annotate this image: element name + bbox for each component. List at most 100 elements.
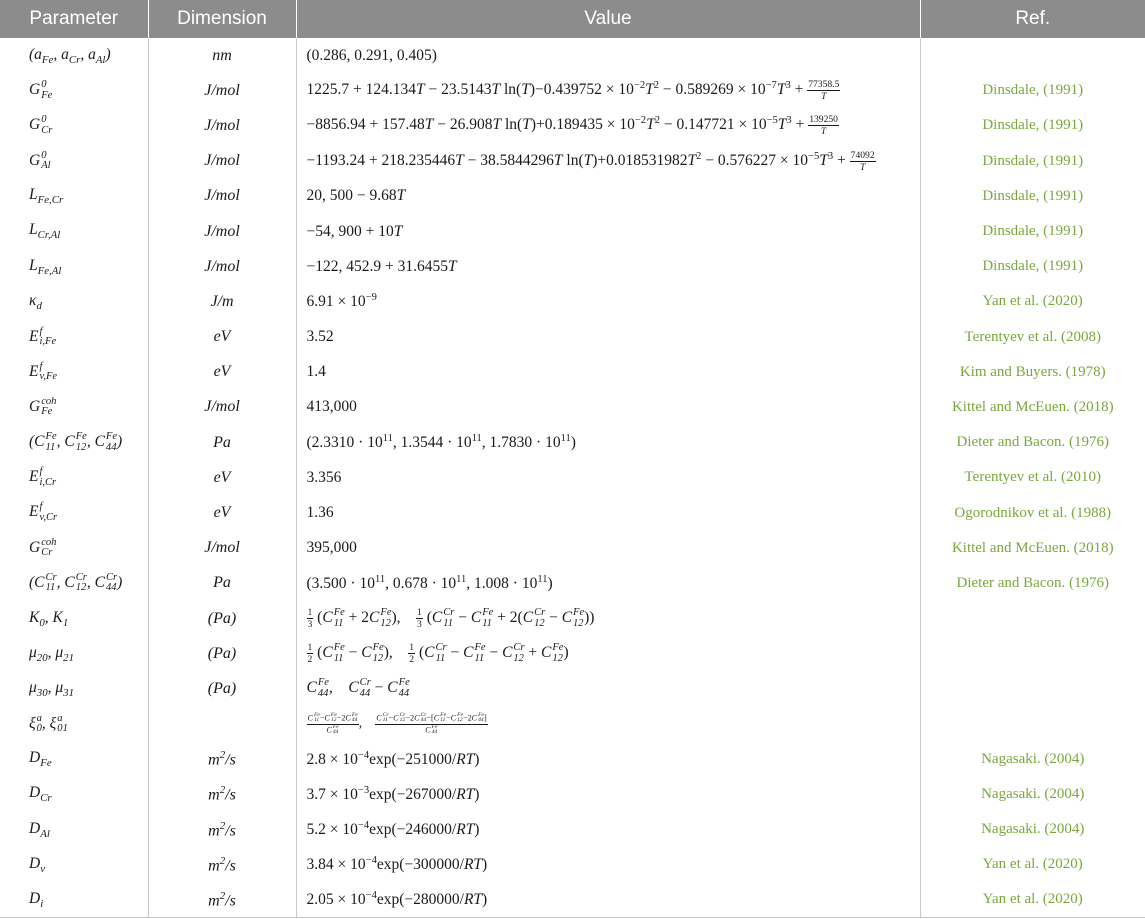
reference-cell: Kittel and McEuen. (2018) bbox=[951, 539, 1114, 556]
reference-cell: Nagasaki. (2004) bbox=[981, 750, 1085, 767]
parameter-cell: κd bbox=[0, 284, 149, 320]
table-row: G 0 Al J/mol −1193.24 + 218.235446T − 38.584… bbox=[0, 143, 1145, 179]
reference-cell bbox=[920, 671, 1145, 706]
value-cell: 1225.7 + 124.134T − 23.5143T ln(T)−0.439… bbox=[296, 73, 921, 109]
table-row: (aFe, aCr, aAl) nm (0.286, 0.291, 0.405) bbox=[0, 38, 1145, 74]
parameter-cell: Ef v,Cr bbox=[0, 495, 149, 531]
reference-cell: Dinsdale, (1991) bbox=[982, 117, 1084, 134]
table-row: LFe,Cr J/mol 20, 500 − 9.68T Dinsdale, (199… bbox=[0, 178, 1145, 214]
parameter-cell: G 0 Cr bbox=[0, 108, 149, 144]
dimension-cell: m2/s bbox=[148, 882, 297, 919]
reference-cell bbox=[920, 707, 1145, 742]
parameter-cell: Ef i,Fe bbox=[0, 319, 149, 355]
value-cell: 1.36 bbox=[296, 495, 921, 531]
table-row: Dv m2/s 3.84 × 10−4exp(−300000/RT) Yan et a… bbox=[0, 847, 1145, 883]
value-cell: 2.05 × 10−4exp(−280000/RT) bbox=[296, 882, 921, 919]
reference-cell: Dinsdale, (1991) bbox=[982, 258, 1084, 275]
dimension-cell: m2/s bbox=[148, 812, 297, 848]
parameter-cell: μ30, μ31 bbox=[0, 671, 149, 707]
table-row: LFe,Al J/mol −122, 452.9 + 31.6455T Dinsdal… bbox=[0, 249, 1145, 285]
parameter-cell: Gcoh Cr bbox=[0, 530, 149, 566]
dimension-cell: Pa bbox=[148, 425, 297, 461]
reference-cell bbox=[920, 636, 1145, 671]
table-row: K0, K1 (Pa) 1 3 (C Fe 11 + 2C Fe 12), 13 (C Cr 11… bbox=[0, 601, 1145, 637]
header-value: Value bbox=[296, 0, 921, 38]
value-cell: 3.7 × 10−3exp(−267000/RT) bbox=[296, 776, 921, 813]
value-cell: 395,000 bbox=[296, 530, 921, 566]
reference-cell: Dieter and Bacon. (1976) bbox=[956, 434, 1109, 451]
reference-cell: Dinsdale, (1991) bbox=[982, 223, 1084, 240]
value-cell: 13 (C Fe 11 + 2C Fe 12), 13 (C Cr 11 − C Fe 11 +… bbox=[296, 601, 921, 637]
header-ref: Ref. bbox=[920, 0, 1145, 38]
dimension-cell: m2/s bbox=[148, 776, 297, 813]
dimension-cell: J/m bbox=[148, 284, 297, 320]
value-cell: C Fe 11 −C Fe 12 −2C Fe 44 C Fe 44, C Cr 11 −C Cr 12 −2C C… bbox=[296, 706, 921, 742]
value-cell: 5.2 × 10−4exp(−246000/RT) bbox=[296, 812, 921, 848]
dimension-cell: m2/s bbox=[148, 847, 297, 883]
table-row: ξa0, ξ a 01 C Fe 11 −C Fe 12 −2C Fe 44 C Fe 44, C Cr 11−… bbox=[0, 706, 1145, 742]
table-row: LCr,Al J/mol −54, 900 + 10T Dinsdale, (1991… bbox=[0, 213, 1145, 250]
parameter-cell: μ20, μ21 bbox=[0, 636, 149, 672]
reference-cell bbox=[920, 38, 1145, 73]
dimension-cell: eV bbox=[148, 495, 297, 531]
value-cell: −1193.24 + 218.235446T − 38.5844296T ln(… bbox=[296, 143, 921, 179]
parameter-cell: (aFe, aCr, aAl) bbox=[0, 38, 149, 74]
dimension-cell: nm bbox=[148, 38, 297, 74]
reference-cell: Yan et al. (2020) bbox=[982, 293, 1083, 310]
parameter-table: Parameter Dimension Value Ref. (aFe, aCr… bbox=[0, 0, 1145, 919]
value-cell: 3.84 × 10−4exp(−300000/RT) bbox=[296, 847, 921, 883]
value-cell: C Fe 44, C Cr 44 − C Fe 44 bbox=[296, 671, 921, 707]
parameter-cell: G 0 Fe bbox=[0, 73, 149, 109]
reference-cell: Terentyev et al. (2008) bbox=[964, 328, 1101, 345]
dimension-cell: J/mol bbox=[148, 389, 297, 426]
parameter-cell: DFe bbox=[0, 741, 149, 777]
value-cell: −8856.94 + 157.48T − 26.908T ln(T)+0.189… bbox=[296, 108, 921, 144]
table-row: Ef v,Cr eV 1.36 Ogorodnikov et al. (1988) bbox=[0, 495, 1145, 531]
value-cell: (3.500 · 1011, 0.678 · 1011, 1.008 · 101… bbox=[296, 565, 921, 601]
table-row: DFe m2/s 2.8 × 10−4exp(−251000/RT) Nagasaki… bbox=[0, 741, 1145, 777]
dimension-cell: (Pa) bbox=[148, 636, 297, 672]
value-cell: −122, 452.9 + 31.6455T bbox=[296, 249, 921, 285]
table-row: Di m2/s 2.05 × 10−4exp(−280000/RT) Yan et a… bbox=[0, 882, 1145, 919]
value-cell: 3.52 bbox=[296, 319, 921, 355]
table-row: Ef i,Cr eV 3.356 Terentyev et al. (2010) bbox=[0, 460, 1145, 496]
table-row: μ30, μ31 (Pa) C Fe 44, C Cr 44 − C Fe 44 bbox=[0, 671, 1145, 707]
dimension-cell: J/mol bbox=[148, 249, 297, 285]
header-dimension: Dimension bbox=[148, 0, 297, 38]
value-cell: 413,000 bbox=[296, 389, 921, 426]
parameter-cell: LFe,Cr bbox=[0, 178, 149, 214]
reference-cell: Dieter and Bacon. (1976) bbox=[956, 574, 1109, 591]
value-cell: (0.286, 0.291, 0.405) bbox=[296, 38, 921, 74]
parameter-cell: DCr bbox=[0, 776, 149, 813]
reference-cell: Dinsdale, (1991) bbox=[982, 82, 1084, 99]
reference-cell: Nagasaki. (2004) bbox=[981, 821, 1085, 838]
value-cell: 2.8 × 10−4exp(−251000/RT) bbox=[296, 741, 921, 777]
dimension-cell bbox=[148, 706, 297, 742]
dimension-cell: eV bbox=[148, 354, 297, 390]
dimension-cell: Pa bbox=[148, 565, 297, 601]
reference-cell: Ogorodnikov et al. (1988) bbox=[954, 504, 1112, 521]
parameter-cell: Ef i,Cr bbox=[0, 460, 149, 496]
table-row: Ef i,Fe eV 3.52 Terentyev et al. (2008) bbox=[0, 319, 1145, 355]
reference-cell: Terentyev et al. (2010) bbox=[964, 469, 1101, 486]
value-cell: 20, 500 − 9.68T bbox=[296, 178, 921, 214]
reference-cell: Kittel and McEuen. (2018) bbox=[951, 398, 1114, 415]
table-row: κd J/m 6.91 × 10−9 Yan et al. (2020) bbox=[0, 284, 1145, 320]
value-cell: 1.4 bbox=[296, 354, 921, 390]
dimension-cell: J/mol bbox=[148, 178, 297, 214]
parameter-cell: Ef v,Fe bbox=[0, 354, 149, 390]
table-row: Ef v,Fe eV 1.4 Kim and Buyers. (1978) bbox=[0, 354, 1145, 390]
dimension-cell: eV bbox=[148, 319, 297, 355]
dimension-cell: J/mol bbox=[148, 530, 297, 566]
dimension-cell: eV bbox=[148, 460, 297, 496]
dimension-cell: (Pa) bbox=[148, 601, 297, 637]
parameter-cell: (C Fe 11, C Fe 12, C Fe 44) bbox=[0, 425, 149, 461]
parameter-cell: G 0 Al bbox=[0, 143, 149, 179]
table-row: G 0 Cr J/mol −8856.94 + 157.48T − 26.908T ln… bbox=[0, 108, 1145, 144]
reference-cell: Dinsdale, (1991) bbox=[982, 187, 1084, 204]
dimension-cell: m2/s bbox=[148, 741, 297, 777]
parameter-cell: DAl bbox=[0, 812, 149, 848]
parameter-cell: K0, K1 bbox=[0, 601, 149, 637]
value-cell: 6.91 × 10−9 bbox=[296, 284, 921, 320]
table-row: (C Fe 11, C Fe 12, C Fe 44) Pa (2.3310 · 1011, 1… bbox=[0, 425, 1145, 461]
